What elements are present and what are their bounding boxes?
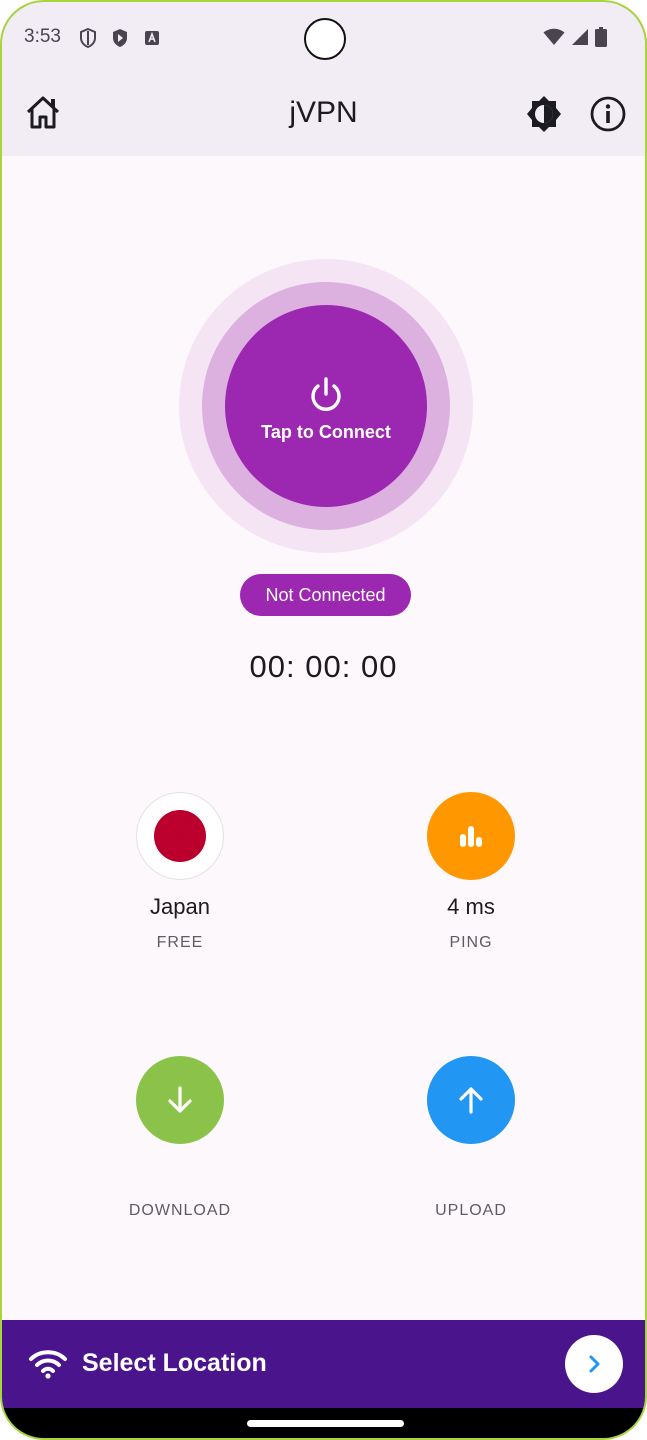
- upload-stat: UPLOAD: [371, 1056, 571, 1220]
- connection-status-badge: Not Connected: [240, 574, 411, 616]
- status-icons-right: [543, 27, 607, 47]
- connect-label: Tap to Connect: [261, 421, 391, 442]
- ping-value: 4 ms: [447, 894, 495, 919]
- camera-cutout: [304, 18, 346, 60]
- battery-icon: [595, 27, 607, 47]
- cell-signal-icon: [572, 29, 588, 45]
- upload-label: UPLOAD: [435, 1202, 507, 1219]
- status-time: 3:53: [24, 26, 61, 47]
- arrow-up-icon: [427, 1056, 515, 1144]
- location-stat: Japan FREE: [80, 792, 280, 952]
- select-location-button[interactable]: [565, 1335, 623, 1393]
- ping-label: PING: [449, 934, 493, 951]
- info-icon[interactable]: [589, 95, 627, 133]
- bar-chart-glyph: [460, 826, 482, 847]
- select-location-bar[interactable]: Select Location: [2, 1320, 645, 1408]
- shield-icon: [80, 27, 96, 49]
- phone-frame: 3:53 jVPN Tap to Connect Not Connected 0…: [0, 0, 647, 1440]
- arrow-up-glyph: [459, 1087, 483, 1114]
- connect-button[interactable]: Tap to Connect: [225, 305, 427, 507]
- connection-timer: 00: 00: 00: [249, 649, 398, 684]
- brightness-icon[interactable]: [524, 94, 564, 134]
- power-icon: [311, 376, 341, 411]
- wifi-icon: [29, 1350, 67, 1379]
- arrow-down-glyph: [168, 1086, 192, 1113]
- app-bar: jVPN: [2, 78, 645, 156]
- download-label: DOWNLOAD: [128, 1202, 232, 1219]
- system-nav-bar: [2, 1408, 645, 1438]
- location-value: Japan: [150, 894, 210, 919]
- select-location-label: Select Location: [82, 1349, 267, 1377]
- arrow-down-icon: [136, 1056, 224, 1144]
- location-label: FREE: [156, 934, 204, 951]
- status-bar: 3:53: [2, 2, 645, 78]
- wifi-signal-icon: [543, 28, 565, 45]
- play-protect-icon: [113, 29, 127, 47]
- gesture-handle[interactable]: [247, 1420, 404, 1427]
- chevron-right-icon: [589, 1355, 600, 1373]
- ping-stat: 4 ms PING: [371, 792, 571, 952]
- flag-sun: [154, 810, 206, 862]
- japan-flag-icon: [136, 792, 224, 880]
- download-stat: DOWNLOAD: [80, 1056, 280, 1220]
- accessibility-icon: [145, 31, 159, 45]
- screen: 3:53 jVPN Tap to Connect Not Connected 0…: [2, 2, 645, 1438]
- status-icons-left: [78, 27, 162, 49]
- bar-chart-icon: [427, 792, 515, 880]
